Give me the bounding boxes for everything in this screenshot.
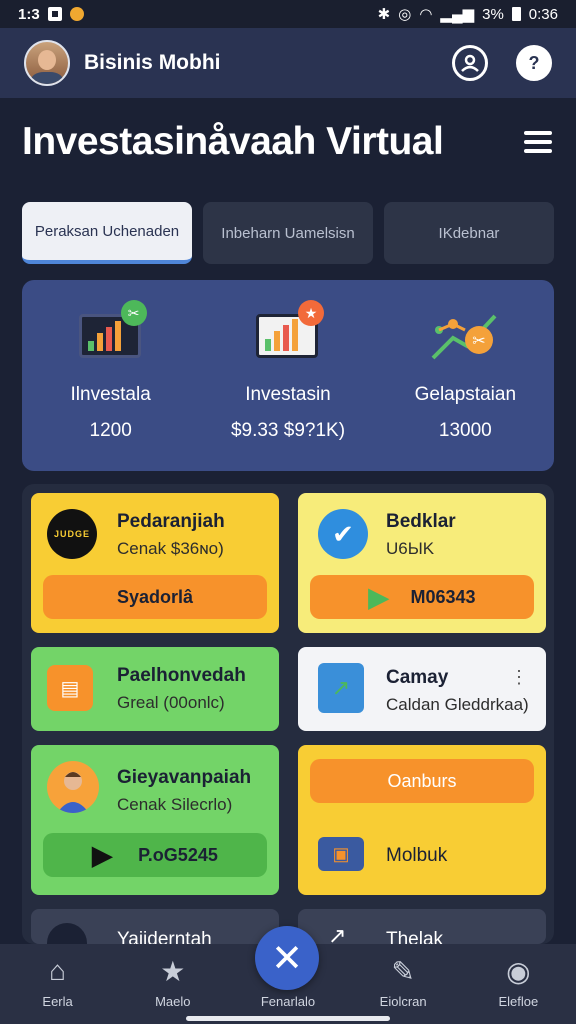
- cards-panel: JUDGE Pedaranjiah Cenak $36ɴo) Syadorlâ …: [22, 484, 554, 944]
- card-subtitle: U6ЫK: [386, 539, 435, 558]
- card-subtitle: Cenak $36ɴo): [117, 539, 224, 558]
- card-molbuk[interactable]: Oanburs ▣ Molbuk: [298, 745, 546, 895]
- home-icon: ⌂: [49, 955, 67, 986]
- signal-icon: ▂▄▆: [440, 6, 475, 23]
- more-icon[interactable]: ⋮: [510, 667, 528, 688]
- card-subtitle: Greal (00onlc): [117, 693, 225, 712]
- oanburs-button[interactable]: Oanburs: [310, 759, 534, 803]
- battery-percent: 3%: [482, 5, 504, 23]
- nav-label: Maelo: [155, 994, 191, 1009]
- svg-text:✂: ✂: [473, 333, 486, 350]
- person-avatar-icon: [47, 761, 99, 813]
- edit-icon: ✎: [391, 955, 415, 987]
- card-title: Yaiiderntah: [117, 929, 212, 944]
- card-pedaranjiah[interactable]: JUDGE Pedaranjiah Cenak $36ɴo) Syadorlâ: [31, 493, 279, 633]
- play-action-label: P.oG5245: [138, 844, 218, 865]
- summary-label: Investasin: [245, 384, 331, 405]
- laptop-chart-icon: ✂: [71, 300, 151, 370]
- app-notification-icon: [69, 7, 84, 21]
- card-gieyavanpaiah[interactable]: Gieyavanpaiah Cenak Silecrlo) ▶ P.oG5245: [31, 745, 279, 895]
- clipboard-chart-icon: ↗: [318, 663, 364, 713]
- app-bar: Bisinis Mobhi ?: [0, 28, 576, 98]
- document-chart-icon: ▤: [47, 665, 93, 711]
- battery-icon: [511, 7, 521, 21]
- tab-inbeharn[interactable]: Inbeharn Uamelsisn: [203, 202, 373, 264]
- tab-ikdebnar[interactable]: IKdebnar: [384, 202, 554, 264]
- home-indicator: [186, 1016, 390, 1021]
- nav-favorites[interactable]: ★ Maelo: [128, 955, 218, 1010]
- summary-item[interactable]: ★ Investasin $9.33 $9?1K): [208, 300, 368, 471]
- tab-bar: Peraksan Uchenaden Inbeharn Uamelsisn IK…: [22, 202, 554, 264]
- clock: 0:36: [528, 5, 558, 23]
- card-subtitle: Caldan Gleddrkaa): [386, 695, 529, 714]
- play-button[interactable]: ▶ M06343: [310, 575, 534, 619]
- person-icon: [47, 923, 87, 944]
- summary-value: $9.33 $9?1K): [230, 420, 346, 441]
- nav-profile[interactable]: ◉ Elefloe: [473, 955, 563, 1010]
- card-title: Bedklar: [386, 511, 456, 532]
- card-title: Paelhonvedah: [117, 665, 246, 686]
- investment-summary: ✂ Ilnvestala 1200 ★ Investasin $9.33 $9?…: [22, 280, 554, 471]
- summary-value: 1200: [89, 420, 132, 441]
- syadorla-button[interactable]: Syadorlâ: [43, 575, 267, 619]
- nav-label: Eerla: [42, 994, 73, 1009]
- card-paelhonvedah[interactable]: ▤ Paelhonvedah Greal (00onlc): [31, 647, 279, 731]
- play-icon: ▶: [368, 581, 389, 612]
- help-icon[interactable]: ?: [516, 45, 552, 81]
- tools-badge-icon: ✂: [120, 300, 147, 326]
- network-growth-icon: ✂: [425, 300, 505, 370]
- card-bedklar[interactable]: ✔ Bedklar U6ЫK ▶ M06343: [298, 493, 546, 633]
- monitor-growth-icon: ★: [248, 300, 328, 370]
- page-title: Investasinåvaah Virtual: [22, 120, 444, 163]
- star-icon: ★: [160, 955, 186, 987]
- summary-label: Ilnvestala: [70, 384, 151, 405]
- card-yaiiderntah[interactable]: Yaiiderntah: [31, 909, 279, 944]
- card-title: Thelak: [386, 929, 444, 944]
- card-subtitle: Cenak Silecrlo): [117, 795, 233, 814]
- account-icon[interactable]: [452, 45, 488, 81]
- avatar[interactable]: [24, 40, 70, 86]
- truck-icon: ▣: [318, 837, 364, 871]
- check-icon: ✔: [318, 509, 368, 559]
- card-title: Gieyavanpaiah: [117, 767, 252, 788]
- close-icon: ✕: [271, 937, 303, 980]
- nav-home[interactable]: ⌂ Eerla: [13, 955, 103, 1009]
- nav-label: Eiolcran: [379, 994, 427, 1009]
- play-button-label: M06343: [410, 586, 476, 607]
- nav-label: Fenarlalo: [260, 994, 316, 1009]
- summary-label: Gelapstaian: [414, 384, 517, 405]
- profile-icon: ◉: [506, 955, 531, 987]
- play-icon: ▶: [92, 839, 113, 870]
- heading-row: Investasinåvaah Virtual: [22, 120, 552, 164]
- card-title: Camay: [386, 667, 449, 688]
- close-fab-button[interactable]: ✕: [255, 926, 319, 990]
- summary-item[interactable]: ✂ Ilnvestala 1200: [31, 300, 191, 471]
- card-label: Molbuk: [386, 845, 448, 866]
- summary-item[interactable]: ✂ Gelapstaian 13000: [385, 300, 545, 471]
- bluetooth-icon: ✱: [377, 6, 391, 23]
- card-title: Pedaranjiah: [117, 511, 225, 532]
- notification-icon: [47, 7, 62, 21]
- status-time-left: 1:3: [18, 5, 40, 23]
- play-action-button[interactable]: ▶ P.oG5245: [43, 833, 267, 877]
- summary-value: 13000: [438, 420, 492, 441]
- app-title: Bisinis Mobhi: [84, 51, 221, 74]
- status-bar: 1:3 ✱ ◎ ◠ ▂▄▆ 3% 0:36: [0, 0, 576, 28]
- alarm-icon: ◎: [398, 6, 412, 23]
- tab-peraksan[interactable]: Peraksan Uchenaden: [22, 202, 192, 264]
- card-camay[interactable]: ↗ Camay Caldan Gleddrkaa) ⋮: [298, 647, 546, 731]
- nav-edit[interactable]: ✎ Eiolcran: [358, 955, 448, 1010]
- brand-logo-icon: JUDGE: [47, 509, 97, 559]
- wifi-icon: ◠: [419, 6, 433, 23]
- menu-icon[interactable]: [524, 131, 552, 153]
- card-thelak[interactable]: ↗ Thelak: [298, 909, 546, 944]
- arrow-icon: ↗: [328, 923, 347, 944]
- star-badge-icon: ★: [297, 300, 324, 326]
- nav-label: Elefloe: [498, 994, 539, 1009]
